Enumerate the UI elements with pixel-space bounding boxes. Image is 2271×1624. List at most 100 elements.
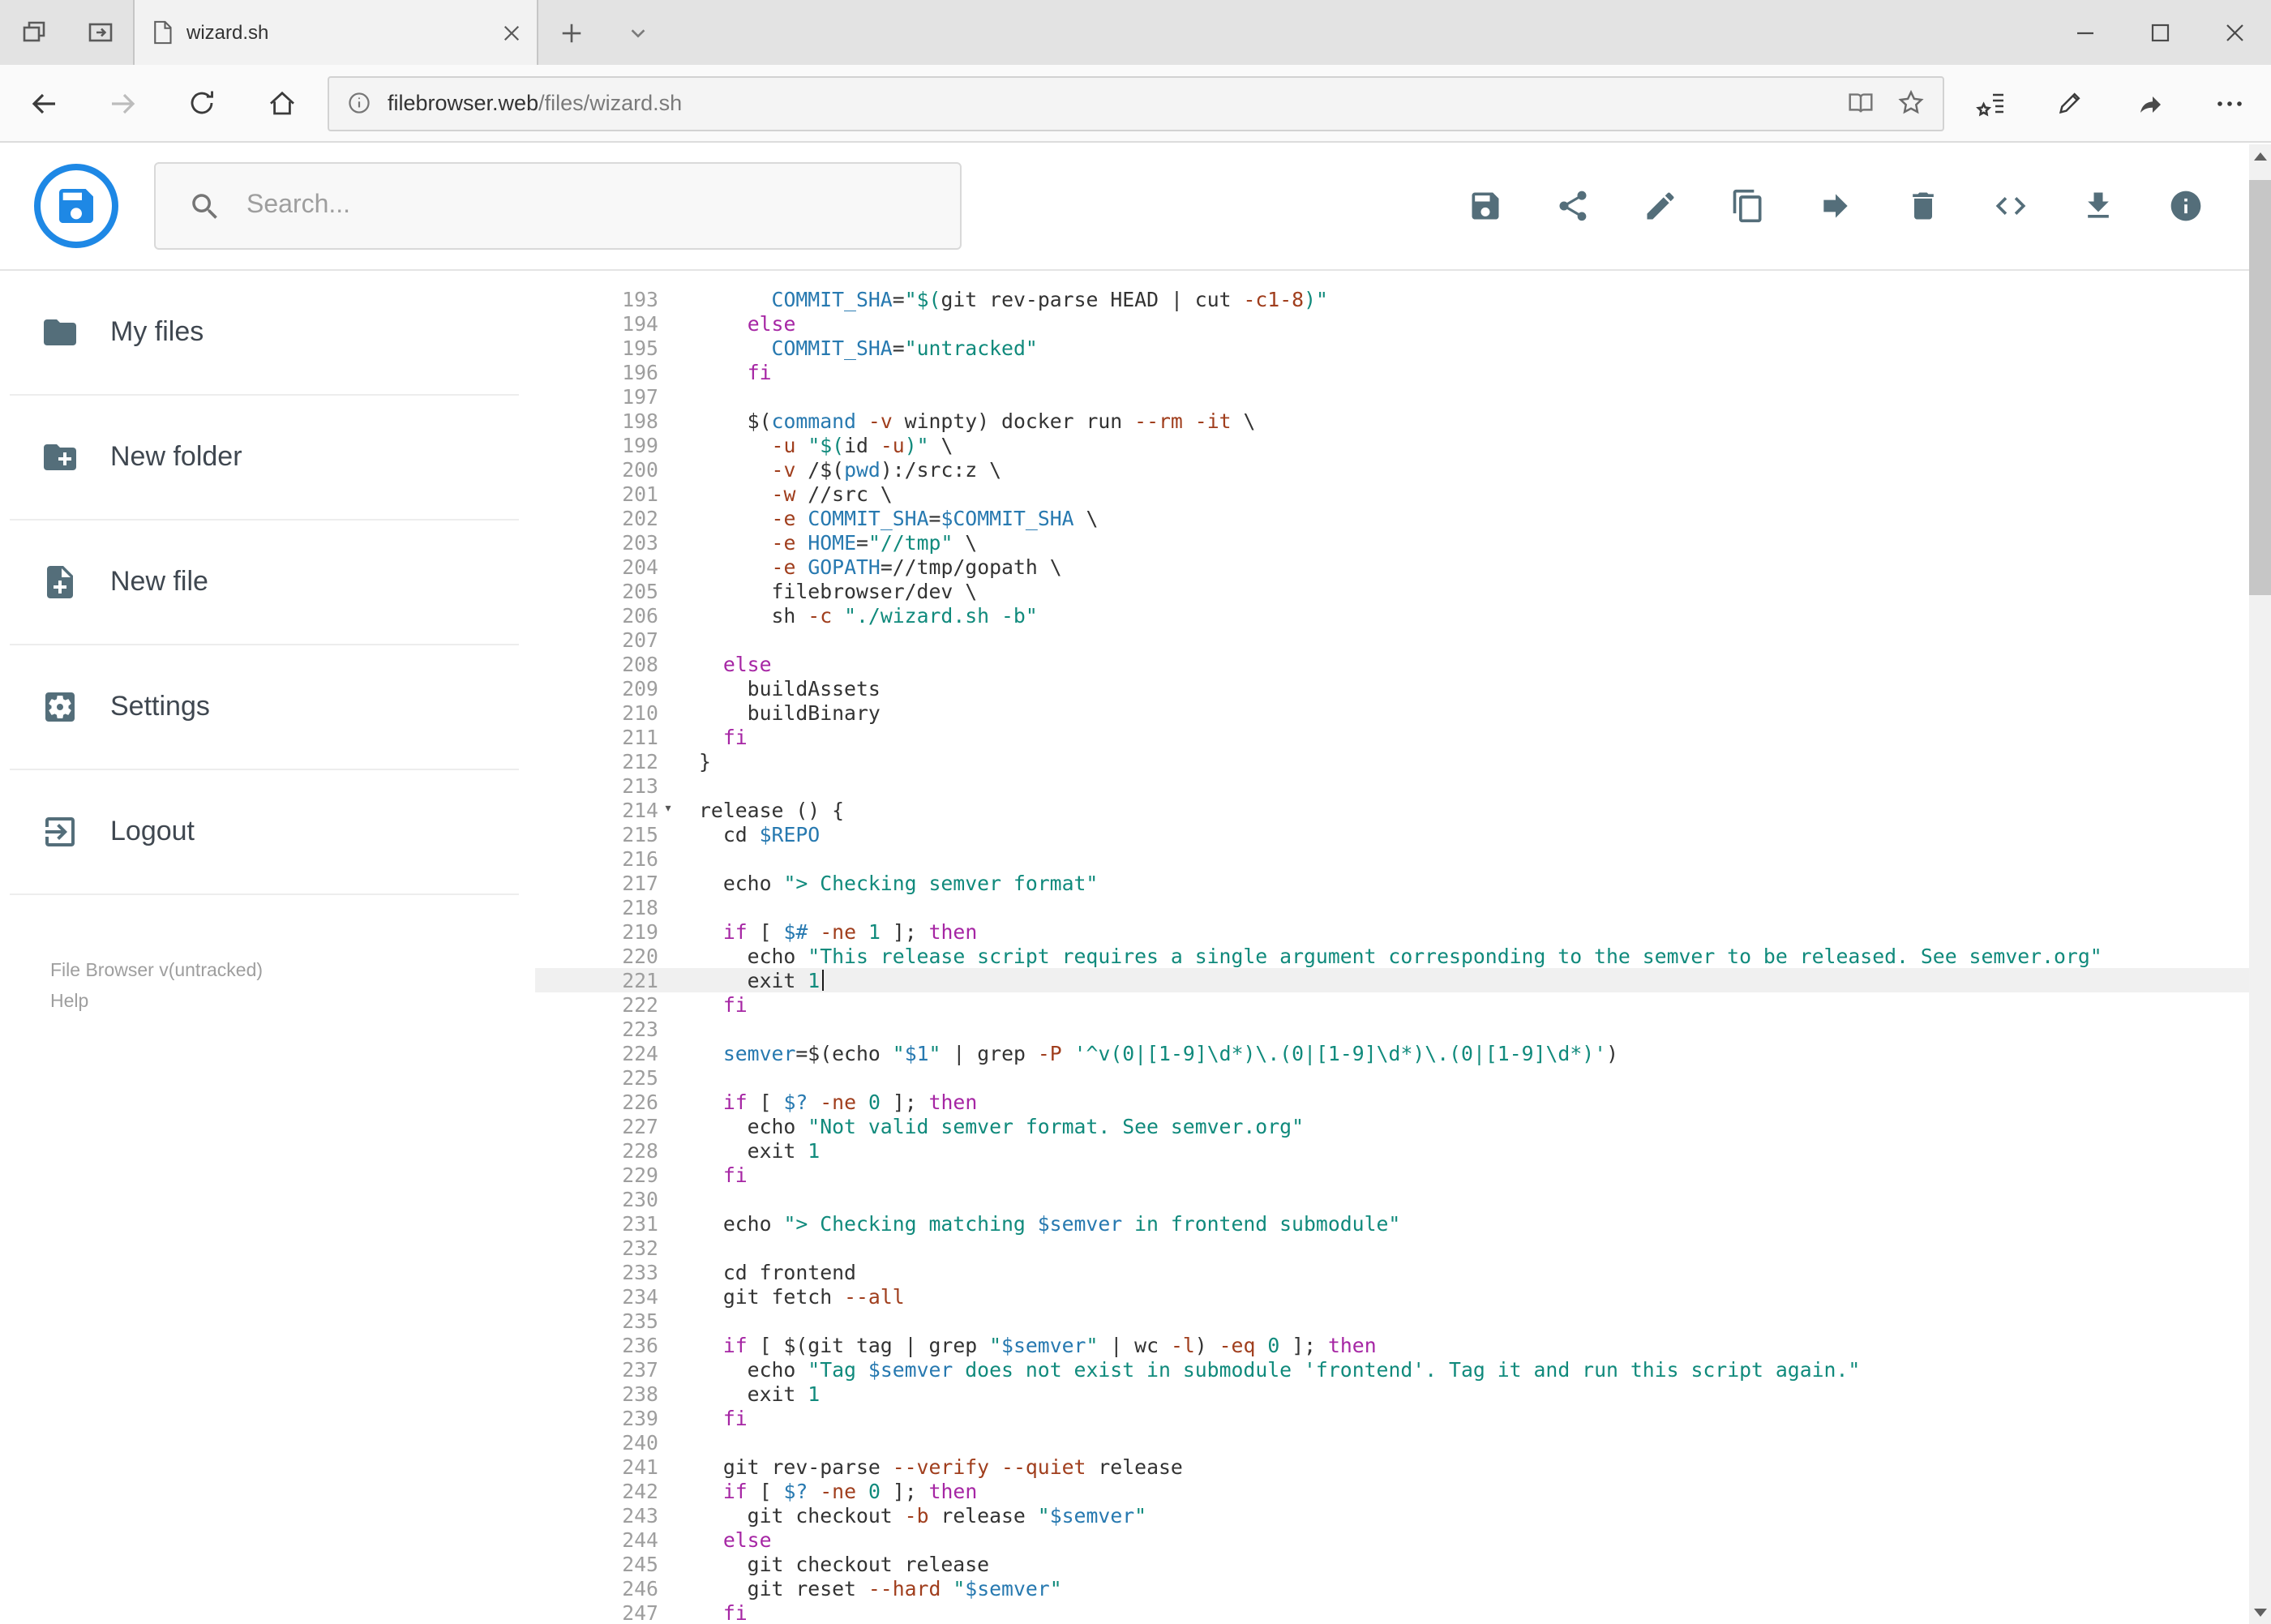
code-line[interactable]: 242 if [ $? -ne 0 ]; then — [535, 1479, 2271, 1503]
code-line[interactable]: 219 if [ $# -ne 1 ]; then — [535, 919, 2271, 944]
code-line[interactable]: 240 — [535, 1430, 2271, 1455]
code-line[interactable]: 208 else — [535, 652, 2271, 676]
code-line[interactable]: 227 echo "Not valid semver format. See s… — [535, 1114, 2271, 1138]
code-line[interactable]: 237 echo "Tag $semver does not exist in … — [535, 1357, 2271, 1382]
code-line[interactable]: 199 -u "$(id -u)" \ — [535, 433, 2271, 457]
code-line[interactable]: 232 — [535, 1236, 2271, 1260]
code-button[interactable] — [1967, 169, 2055, 243]
minimize-button[interactable] — [2048, 0, 2123, 65]
code-line[interactable]: 216 — [535, 846, 2271, 871]
new-tab-button[interactable] — [538, 0, 605, 65]
code-line[interactable]: 243 git checkout -b release "$semver" — [535, 1503, 2271, 1528]
code-line[interactable]: 221 exit 1 — [535, 968, 2271, 992]
scroll-up-button[interactable] — [2249, 144, 2271, 169]
share-button[interactable] — [1529, 169, 1617, 243]
edit-button[interactable] — [1617, 169, 1704, 243]
code-line[interactable]: 223 — [535, 1017, 2271, 1041]
code-line[interactable]: 207 — [535, 628, 2271, 652]
code-line[interactable]: 245 git checkout release — [535, 1552, 2271, 1576]
site-info-icon[interactable] — [345, 89, 373, 117]
back-button[interactable] — [3, 64, 83, 142]
tab-list-chevron-button[interactable] — [605, 0, 671, 65]
code-line[interactable]: 202 -e COMMIT_SHA=$COMMIT_SHA \ — [535, 506, 2271, 530]
code-line[interactable]: 204 -e GOPATH=//tmp/gopath \ — [535, 555, 2271, 579]
code-line[interactable]: 196 fi — [535, 360, 2271, 384]
search-bar[interactable] — [154, 162, 962, 250]
code-line[interactable]: 244 else — [535, 1528, 2271, 1552]
code-line[interactable]: 201 -w //src \ — [535, 482, 2271, 506]
code-line[interactable]: 197 — [535, 384, 2271, 409]
code-line[interactable]: 229 fi — [535, 1163, 2271, 1187]
code-line[interactable]: 212} — [535, 749, 2271, 773]
code-line[interactable]: 198 $(command -v winpty) docker run --rm… — [535, 409, 2271, 433]
code-line[interactable]: 231 echo "> Checking matching $semver in… — [535, 1211, 2271, 1236]
code-line[interactable]: 233 cd frontend — [535, 1260, 2271, 1284]
code-line[interactable]: 193 COMMIT_SHA="$(git rev-parse HEAD | c… — [535, 287, 2271, 311]
code-line[interactable]: 203 -e HOME="//tmp" \ — [535, 530, 2271, 555]
code-line[interactable]: 228 exit 1 — [535, 1138, 2271, 1163]
scrollbar-thumb[interactable] — [2249, 180, 2271, 595]
delete-button[interactable] — [1879, 169, 1967, 243]
code-line[interactable]: 224 semver=$(echo "$1" | grep -P '^v(0|[… — [535, 1041, 2271, 1065]
tab-preview-button[interactable] — [0, 0, 66, 65]
tab-close-icon[interactable] — [503, 24, 521, 41]
code-line[interactable]: 213 — [535, 773, 2271, 798]
sidebar-item-settings[interactable]: Settings — [10, 645, 519, 770]
code-line[interactable]: 214 ▾ release () { — [535, 798, 2271, 822]
code-editor[interactable]: 193 COMMIT_SHA="$(git rev-parse HEAD | c… — [535, 271, 2271, 1624]
web-note-button[interactable] — [2030, 64, 2110, 142]
more-options-button[interactable] — [2189, 64, 2269, 142]
info-button[interactable] — [2142, 169, 2230, 243]
code-line[interactable]: 247 fi — [535, 1600, 2271, 1624]
code-line[interactable]: 218 — [535, 895, 2271, 919]
sidebar-item-logout[interactable]: Logout — [10, 770, 519, 895]
code-line[interactable]: 234 git fetch --all — [535, 1284, 2271, 1309]
copy-button[interactable] — [1704, 169, 1792, 243]
vertical-scrollbar[interactable] — [2249, 144, 2271, 1624]
code-line[interactable]: 238 exit 1 — [535, 1382, 2271, 1406]
set-tabs-aside-button[interactable] — [66, 0, 133, 65]
address-bar[interactable]: filebrowser.web/files/wizard.sh — [328, 75, 1944, 131]
code-line[interactable]: 239 fi — [535, 1406, 2271, 1430]
search-input[interactable] — [246, 191, 928, 221]
share-page-button[interactable] — [2110, 64, 2189, 142]
code-line[interactable]: 220 echo "This release script requires a… — [535, 944, 2271, 968]
filebrowser-logo[interactable] — [34, 164, 118, 248]
home-button[interactable] — [242, 64, 321, 142]
sidebar-item-my-files[interactable]: My files — [10, 271, 519, 396]
code-line[interactable]: 225 — [535, 1065, 2271, 1090]
code-line[interactable]: 194 else — [535, 311, 2271, 336]
download-button[interactable] — [2055, 169, 2142, 243]
move-button[interactable] — [1792, 169, 1879, 243]
maximize-button[interactable] — [2123, 0, 2197, 65]
close-button[interactable] — [2197, 0, 2271, 65]
code-line[interactable]: 205 filebrowser/dev \ — [535, 579, 2271, 603]
favorites-hub-button[interactable] — [1951, 64, 2030, 142]
code-line[interactable]: 195 COMMIT_SHA="untracked" — [535, 336, 2271, 360]
code-line[interactable]: 236 if [ $(git tag | grep "$semver" | wc… — [535, 1333, 2271, 1357]
scroll-down-button[interactable] — [2249, 1600, 2271, 1624]
sidebar-item-new-file[interactable]: New file — [10, 521, 519, 645]
code-line[interactable]: 206 sh -c "./wizard.sh -b" — [535, 603, 2271, 628]
code-line[interactable]: 217 echo "> Checking semver format" — [535, 871, 2271, 895]
code-line[interactable]: 241 git rev-parse --verify --quiet relea… — [535, 1455, 2271, 1479]
browser-tab[interactable]: wizard.sh — [133, 0, 538, 65]
save-button[interactable] — [1442, 169, 1529, 243]
sidebar-item-new-folder[interactable]: New folder — [10, 396, 519, 521]
code-line[interactable]: 222 fi — [535, 992, 2271, 1017]
code-line[interactable]: 210 buildBinary — [535, 701, 2271, 725]
help-link[interactable]: Help — [50, 988, 535, 1018]
code-line[interactable]: 200 -v /$(pwd):/src:z \ — [535, 457, 2271, 482]
forward-button[interactable] — [83, 64, 162, 142]
fold-arrow-icon[interactable]: ▾ — [658, 798, 678, 822]
code-line[interactable]: 230 — [535, 1187, 2271, 1211]
code-line[interactable]: 215 cd $REPO — [535, 822, 2271, 846]
code-line[interactable]: 209 buildAssets — [535, 676, 2271, 701]
code-line[interactable]: 226 if [ $? -ne 0 ]; then — [535, 1090, 2271, 1114]
reading-view-button[interactable] — [1845, 88, 1876, 118]
code-line[interactable]: 246 git reset --hard "$semver" — [535, 1576, 2271, 1600]
refresh-button[interactable] — [162, 64, 242, 142]
favorite-star-button[interactable] — [1896, 88, 1926, 118]
code-line[interactable]: 235 — [535, 1309, 2271, 1333]
code-line[interactable]: 211 fi — [535, 725, 2271, 749]
